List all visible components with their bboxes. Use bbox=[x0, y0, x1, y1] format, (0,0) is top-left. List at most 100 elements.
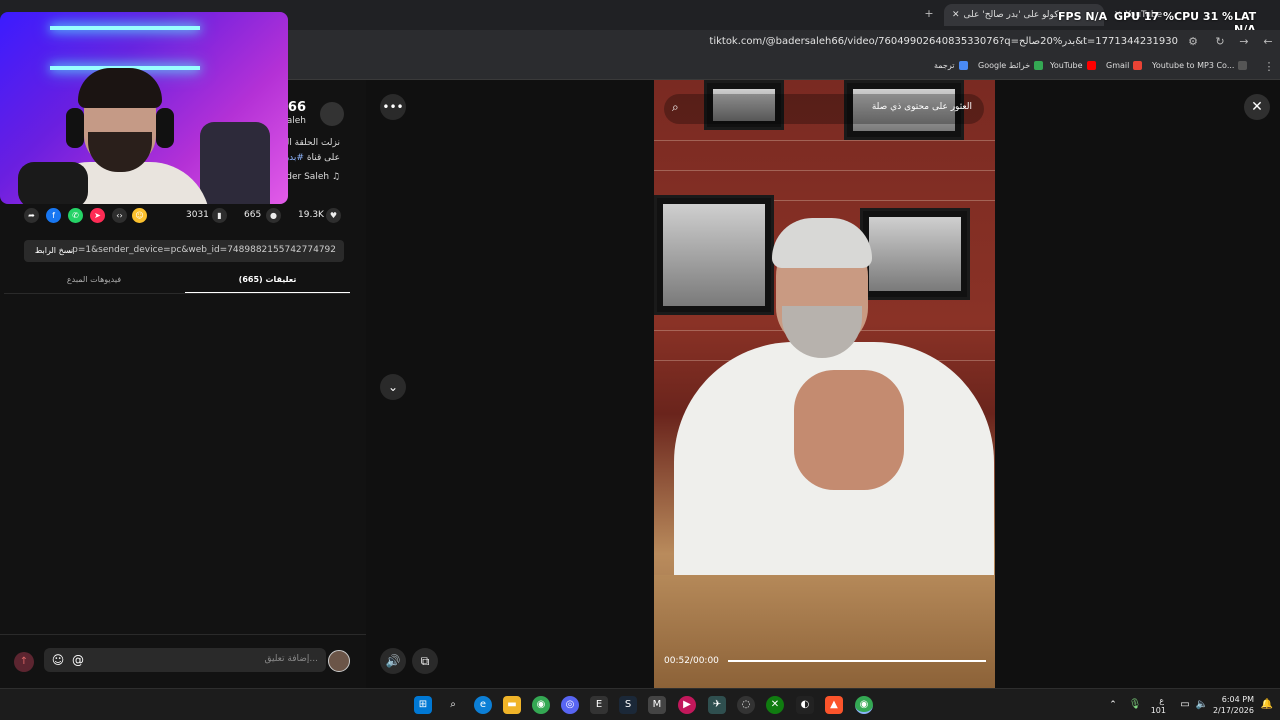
taskbar: ⊞ ⌕ e ▬ ◉ ◎ E S M ▶ ✈ ◌ ✕ ◐ ▲ ◉ ⌃ 🎙 ع 10… bbox=[0, 688, 1280, 720]
send-icon[interactable]: ➤ bbox=[90, 208, 105, 223]
bookmark-maps[interactable]: Google خرائط bbox=[978, 61, 1044, 70]
bookmark-youtube[interactable]: YouTube bbox=[1050, 61, 1096, 70]
translate-icon bbox=[958, 61, 968, 70]
search-text: العثور على محتوى ذي صلة bbox=[871, 102, 972, 112]
user-avatar[interactable] bbox=[328, 650, 350, 672]
author-avatar[interactable] bbox=[320, 102, 344, 126]
presenter-hands bbox=[794, 370, 904, 490]
language-sub: 101 bbox=[1150, 706, 1166, 715]
app-icon[interactable]: ◐ bbox=[796, 696, 814, 714]
forward-icon[interactable]: → bbox=[1237, 35, 1251, 49]
pip-icon[interactable]: ⧉ bbox=[412, 648, 438, 674]
clock-time[interactable]: 6:04 PM bbox=[1206, 695, 1254, 704]
emoji-share-icon[interactable]: ☺ bbox=[132, 208, 147, 223]
new-tab-button[interactable]: + bbox=[922, 7, 936, 21]
webcam-overlay bbox=[0, 12, 288, 204]
chrome-icon[interactable]: ◉ bbox=[532, 696, 550, 714]
brick-line bbox=[654, 170, 995, 171]
notification-icon[interactable]: 🔔 bbox=[1258, 696, 1276, 714]
tabs-divider bbox=[4, 293, 350, 294]
emoji-icon[interactable]: ☺ bbox=[50, 652, 66, 668]
heart-icon[interactable]: ♥ bbox=[326, 208, 341, 223]
mention-icon[interactable]: @ bbox=[70, 652, 86, 668]
saves-count: 3031 bbox=[186, 210, 209, 220]
comments-count: 665 bbox=[244, 210, 262, 220]
brick-line bbox=[654, 140, 995, 141]
mic-icon[interactable]: 🎙 bbox=[1126, 696, 1144, 714]
tab-label: كولو على 'بدر صالح' على bbox=[963, 10, 1059, 20]
wall-photo-frame bbox=[654, 195, 774, 315]
telegram-icon[interactable]: ✈ bbox=[708, 696, 726, 714]
brave-icon[interactable]: ▲ bbox=[825, 696, 843, 714]
headset bbox=[66, 108, 84, 148]
more-options-icon[interactable]: ••• bbox=[380, 94, 406, 120]
edge-icon[interactable]: e bbox=[474, 696, 492, 714]
url-field[interactable]: tiktok.com/@badersaleh66/video/760499026… bbox=[709, 36, 1178, 47]
youtube-icon bbox=[1086, 61, 1096, 70]
likes-count: 19.3K bbox=[298, 210, 324, 220]
site-settings-icon[interactable]: ⚙ bbox=[1186, 35, 1200, 49]
grid-icon[interactable]: ⋮ bbox=[1262, 60, 1276, 74]
tab-comments[interactable]: تعليقات (665) bbox=[185, 272, 350, 294]
progress-bar[interactable] bbox=[728, 660, 986, 662]
maps-icon bbox=[1034, 61, 1044, 70]
language-indicator[interactable]: ع bbox=[1150, 696, 1164, 705]
search-icon[interactable]: ⌕ bbox=[444, 696, 462, 714]
volume-icon[interactable]: 🔊 bbox=[380, 648, 406, 674]
chrome-active-icon[interactable]: ◉ bbox=[855, 696, 873, 714]
steam-icon[interactable]: S bbox=[619, 696, 637, 714]
headset bbox=[156, 108, 174, 148]
facebook-icon[interactable]: f bbox=[46, 208, 61, 223]
microphone bbox=[18, 162, 88, 204]
close-icon[interactable]: ✕ bbox=[1244, 94, 1270, 120]
video-frame[interactable] bbox=[654, 80, 995, 688]
post-comment-button[interactable]: ↑ bbox=[14, 652, 34, 672]
actions-row: ➦ f ✆ ➤ ‹› ☺ 3031 ▮ 665 ● 19.3K ♥ bbox=[24, 208, 344, 226]
bookmark-icon bbox=[1238, 61, 1248, 70]
cpu-readout: CPU 31 % bbox=[1174, 10, 1234, 23]
tray-chevron-icon[interactable]: ⌃ bbox=[1104, 696, 1122, 714]
gaming-chair bbox=[200, 122, 270, 204]
whatsapp-icon[interactable]: ✆ bbox=[68, 208, 83, 223]
bookmark-icon[interactable]: ▮ bbox=[212, 208, 227, 223]
wooden-table bbox=[654, 575, 995, 688]
fps-readout: FPS N/A bbox=[1058, 10, 1108, 23]
presenter-hair bbox=[772, 218, 872, 268]
music-credit[interactable]: der Saleh ♫ bbox=[286, 172, 340, 182]
playback-time: 00:52/00:00 bbox=[664, 656, 719, 666]
comment-input[interactable]: ☺ @ إضافة تعليق... bbox=[44, 648, 326, 672]
windows-start-icon[interactable]: ⊞ bbox=[414, 696, 432, 714]
clock-date[interactable]: 2/17/2026 bbox=[1206, 706, 1254, 715]
xbox-icon[interactable]: ✕ bbox=[766, 696, 784, 714]
back-icon[interactable]: ← bbox=[1261, 35, 1275, 49]
bookmark-yt-mp3[interactable]: Youtube to MP3 Co... bbox=[1152, 61, 1248, 70]
tab-creator-videos[interactable]: فيديوهات المبدع bbox=[4, 272, 184, 294]
app-icon[interactable]: M bbox=[648, 696, 666, 714]
related-search-bar[interactable]: ⌕ العثور على محتوى ذي صلة bbox=[664, 94, 984, 124]
close-tab-icon[interactable]: ✕ bbox=[952, 10, 960, 20]
epic-games-icon[interactable]: E bbox=[590, 696, 608, 714]
video-description-line2: على قناة #بدر_ bbox=[280, 153, 340, 163]
neon-light bbox=[50, 26, 200, 30]
wall-photo-frame bbox=[860, 208, 970, 300]
app-icon[interactable]: ◌ bbox=[737, 696, 755, 714]
reload-icon[interactable]: ↻ bbox=[1213, 35, 1227, 49]
bookmark-gmail[interactable]: Gmail bbox=[1106, 61, 1143, 70]
file-explorer-icon[interactable]: ▬ bbox=[503, 696, 521, 714]
app-icon[interactable]: ▶ bbox=[678, 696, 696, 714]
comment-placeholder: إضافة تعليق... bbox=[264, 654, 318, 664]
gmail-icon bbox=[1133, 61, 1143, 70]
video-link-box: نسخ الرابط ...p=1&sender_device=pc&web_i… bbox=[24, 240, 344, 262]
video-description-line1: نزلت الحلقة الـ bbox=[283, 138, 340, 148]
embed-icon[interactable]: ‹› bbox=[112, 208, 127, 223]
share-icon[interactable]: ➦ bbox=[24, 208, 39, 223]
streamer-hair bbox=[78, 68, 162, 108]
bookmark-translate[interactable]: ترجمة bbox=[934, 61, 968, 70]
comment-icon[interactable]: ● bbox=[266, 208, 281, 223]
discord-icon[interactable]: ◎ bbox=[561, 696, 579, 714]
network-icon[interactable]: ▭ bbox=[1176, 696, 1194, 714]
comment-divider bbox=[0, 634, 366, 635]
next-video-icon[interactable]: ⌄ bbox=[380, 374, 406, 400]
gpu-readout: GPU 17 % bbox=[1114, 10, 1175, 23]
progress-fill bbox=[728, 660, 986, 662]
